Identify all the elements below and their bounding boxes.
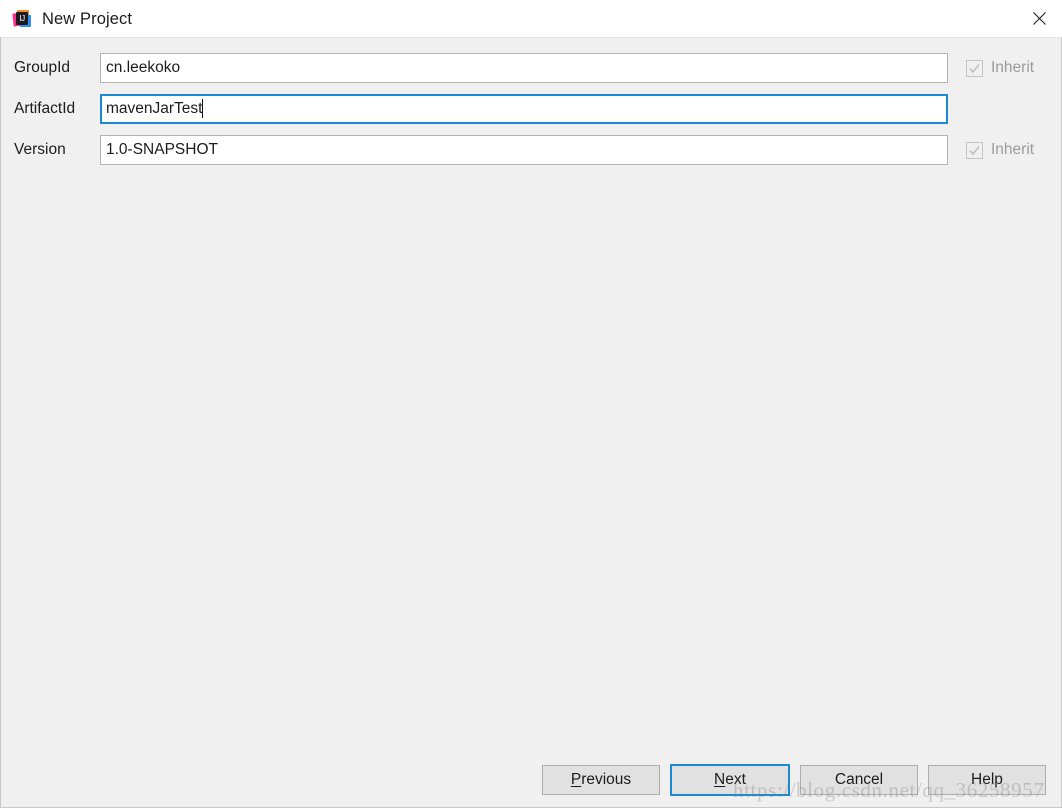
intellij-idea-icon: IJ xyxy=(12,10,31,28)
version-inherit-label: Inherit xyxy=(991,141,1035,159)
version-inherit-checkbox[interactable]: Inherit xyxy=(966,135,1034,165)
next-button-label: Next xyxy=(714,771,746,788)
form-row-artifactid: ArtifactId xyxy=(1,94,1061,124)
form-row-version: Version Inherit xyxy=(1,135,1061,165)
help-button-label: Help xyxy=(971,771,1003,788)
cancel-button-label: Cancel xyxy=(834,771,884,788)
checkbox-checked-icon[interactable] xyxy=(966,59,983,77)
groupid-label: GroupId xyxy=(14,59,71,76)
artifactid-label: ArtifactId xyxy=(14,100,76,117)
dialog-content: GroupId Inherit ArtifactId xyxy=(0,37,1062,808)
cancel-button[interactable]: Cancel xyxy=(800,765,918,795)
groupid-inherit-label: Inherit xyxy=(991,59,1035,77)
window-title: New Project xyxy=(42,9,133,28)
artifactid-input[interactable] xyxy=(100,94,948,124)
groupid-input[interactable] xyxy=(100,53,948,83)
version-label: Version xyxy=(14,141,66,158)
next-button[interactable]: Next xyxy=(670,764,790,796)
version-input[interactable] xyxy=(100,135,948,165)
previous-button[interactable]: Previous xyxy=(542,765,660,795)
title-bar: IJ New Project xyxy=(0,0,1062,37)
dialog-button-bar: Previous Next Cancel Help xyxy=(542,764,1046,796)
close-icon[interactable] xyxy=(1016,0,1062,37)
app-icon-label: IJ xyxy=(19,14,25,23)
text-caret xyxy=(202,99,204,118)
new-project-dialog: IJ New Project GroupId cn.leekoko Inheri… xyxy=(0,0,1062,808)
previous-button-label: Previous xyxy=(570,771,632,788)
form-row-groupid: GroupId Inherit xyxy=(1,53,1061,83)
help-button[interactable]: Help xyxy=(928,765,1046,795)
groupid-inherit-checkbox[interactable]: Inherit xyxy=(966,53,1034,83)
checkbox-checked-icon[interactable] xyxy=(966,141,983,159)
